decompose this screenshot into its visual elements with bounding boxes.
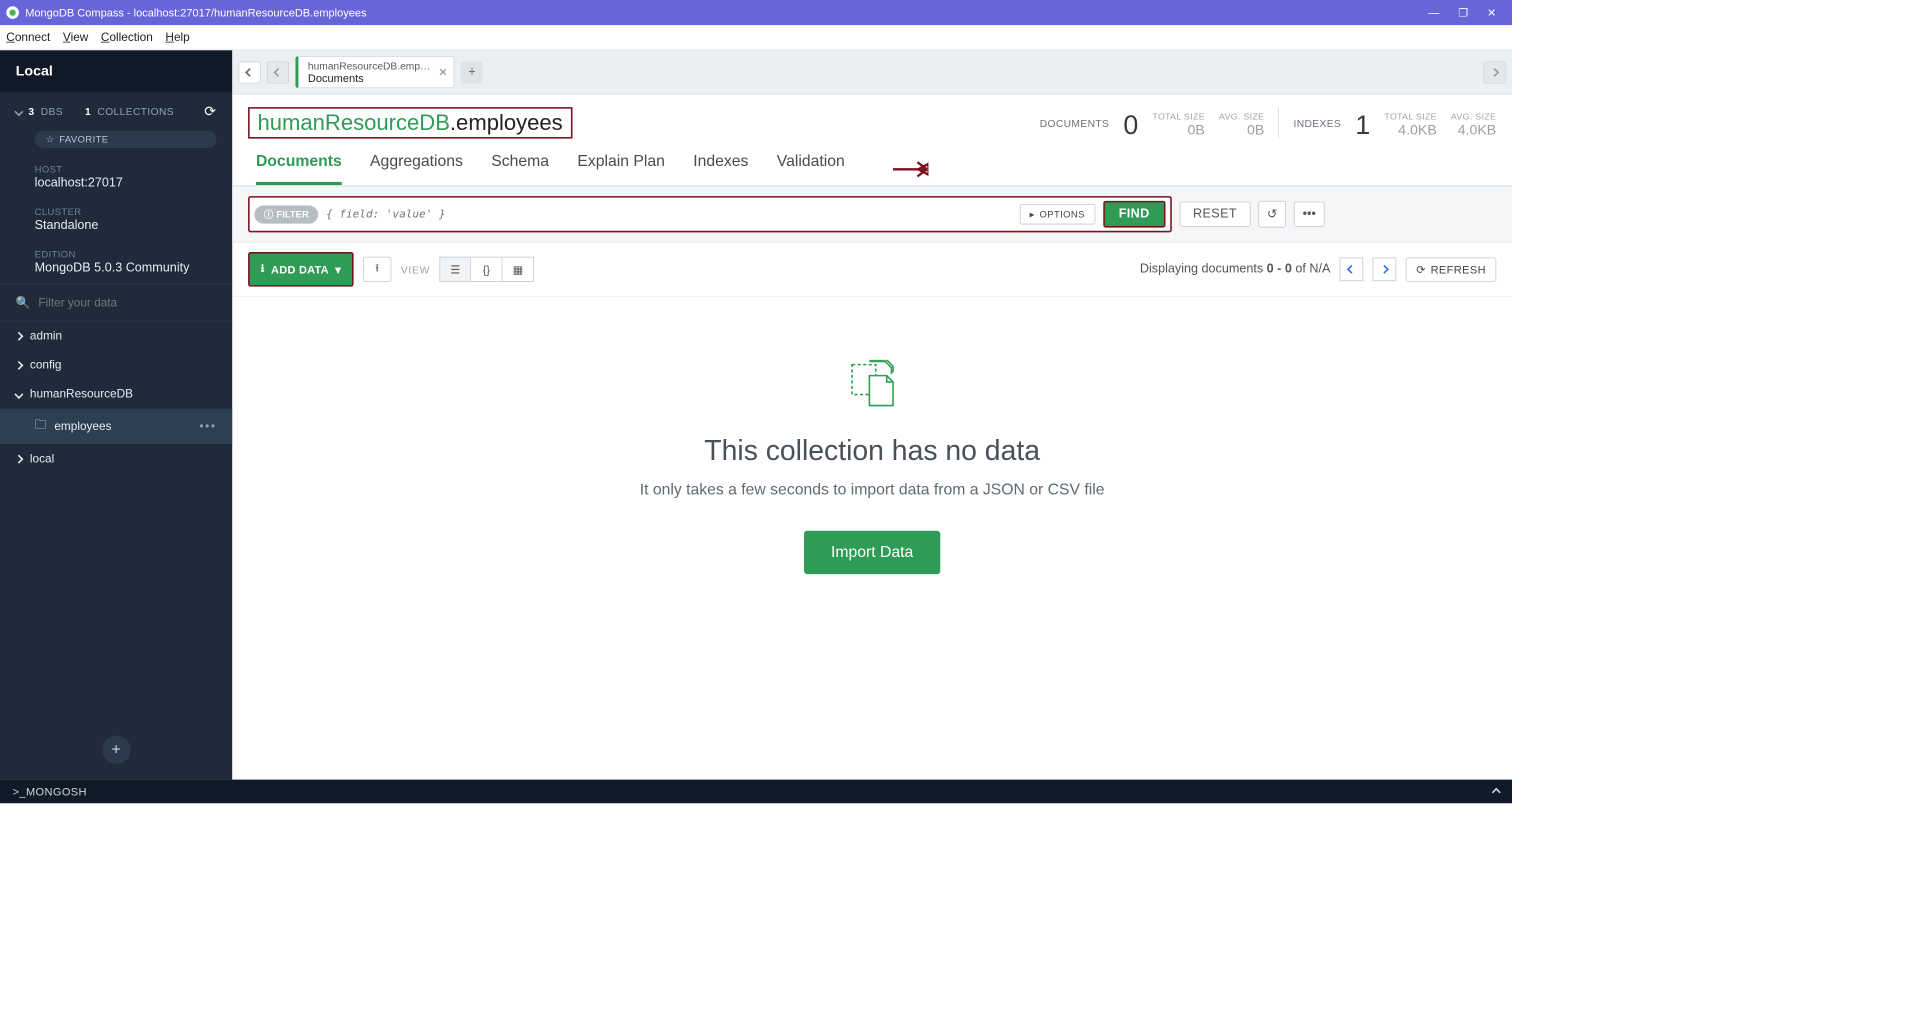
view-json-button[interactable]: {} xyxy=(471,257,503,282)
tab-active[interactable]: humanResourceDB.emp… Documents ✕ xyxy=(295,56,454,88)
tab-close-icon[interactable]: ✕ xyxy=(438,65,447,78)
empty-state: This collection has no data It only take… xyxy=(232,297,1512,780)
menu-view[interactable]: View xyxy=(63,31,88,44)
options-button[interactable]: ▸OPTIONS xyxy=(1019,204,1095,224)
window-titlebar: MongoDB Compass - localhost:27017/humanR… xyxy=(0,0,1512,25)
edition-label: EDITION xyxy=(35,249,198,260)
reset-button[interactable]: RESET xyxy=(1180,202,1251,227)
dbs-label: DBS xyxy=(41,106,63,118)
empty-title: This collection has no data xyxy=(704,434,1040,467)
window-title: MongoDB Compass - localhost:27017/humanR… xyxy=(25,6,1428,19)
star-icon: ☆ xyxy=(46,134,55,145)
view-label: VIEW xyxy=(401,263,430,275)
indexes-count: 1 xyxy=(1355,112,1370,139)
tab-documents[interactable]: Documents xyxy=(256,153,342,185)
caret-right-icon: ▸ xyxy=(1030,209,1035,220)
empty-subtitle: It only takes a few seconds to import da… xyxy=(640,481,1105,499)
menu-help[interactable]: Help xyxy=(165,31,189,44)
export-button[interactable]: ⭱ xyxy=(363,257,391,282)
chevron-right-icon xyxy=(14,361,23,370)
page-next-button[interactable] xyxy=(1373,258,1397,282)
view-table-button[interactable]: ▦ xyxy=(503,257,535,282)
collections-label: COLLECTIONS xyxy=(97,106,174,118)
cluster-value: Standalone xyxy=(35,219,198,233)
refresh-icon[interactable]: ⟳ xyxy=(204,103,216,120)
chevron-up-icon xyxy=(1493,785,1499,798)
maximize-icon[interactable]: ❐ xyxy=(1458,6,1468,19)
documents-label: DOCUMENTS xyxy=(1040,117,1110,129)
more-icon[interactable]: ••• xyxy=(199,420,216,433)
filter-input[interactable] xyxy=(38,296,216,309)
upload-icon: ⭱ xyxy=(375,260,379,279)
sidebar-item-admin[interactable]: admin xyxy=(0,321,232,350)
chevron-right-icon xyxy=(14,331,23,340)
app-menubar: Connect View Collection Help xyxy=(0,25,1512,50)
tab-aggregations[interactable]: Aggregations xyxy=(370,153,463,185)
info-icon: ⓘ xyxy=(264,208,273,221)
filter-bar: ⓘFILTER ▸OPTIONS FIND RESET ↺ ••• xyxy=(232,186,1512,243)
edition-value: MongoDB 5.0.3 Community xyxy=(35,261,198,275)
host-value: localhost:27017 xyxy=(35,176,198,190)
find-button[interactable]: FIND xyxy=(1103,201,1165,228)
refresh-button[interactable]: ⟳REFRESH xyxy=(1406,257,1496,281)
sidebar-item-humanresourcedb[interactable]: humanResourceDB xyxy=(0,380,232,409)
folder-icon: 🗀 xyxy=(35,417,47,437)
documents-count: 0 xyxy=(1123,112,1138,139)
download-icon: ⭳ xyxy=(261,260,265,279)
caret-down-icon: ▾ xyxy=(335,263,341,276)
collection-tabs: Documents Aggregations Schema Explain Pl… xyxy=(232,142,1512,186)
tab-validation[interactable]: Validation xyxy=(777,153,845,185)
favorite-button[interactable]: ☆ FAVORITE xyxy=(35,131,217,148)
tab-schema[interactable]: Schema xyxy=(491,153,549,185)
indexes-label: INDEXES xyxy=(1293,117,1341,129)
view-list-button[interactable]: ☰ xyxy=(440,257,472,282)
dbs-count: 3 xyxy=(28,106,34,118)
cluster-label: CLUSTER xyxy=(35,206,198,217)
documents-count-text: Displaying documents 0 - 0 of N/A xyxy=(1140,262,1330,276)
filter-query-input[interactable] xyxy=(326,208,1011,221)
filter-chip: ⓘFILTER xyxy=(254,205,318,223)
tabstrip: humanResourceDB.emp… Documents ✕ + xyxy=(232,50,1512,94)
documents-icon xyxy=(847,360,897,410)
documents-toolbar: ⭳ ADD DATA ▾ ⭱ VIEW ☰ {} ▦ Displaying do… xyxy=(232,243,1512,297)
tab-next-button[interactable] xyxy=(1484,61,1506,83)
content-area: humanResourceDB.emp… Documents ✕ + human… xyxy=(232,50,1512,779)
chevron-down-icon xyxy=(14,390,23,399)
connection-name: Local xyxy=(0,50,232,92)
annotation-arrow-icon xyxy=(881,157,928,181)
minimize-icon[interactable]: — xyxy=(1428,6,1439,19)
menu-collection[interactable]: Collection xyxy=(101,31,153,44)
add-tab-button[interactable]: + xyxy=(461,61,483,83)
namespace-title: humanResourceDB.employees xyxy=(248,107,572,139)
tab-history-back-button[interactable] xyxy=(239,61,261,83)
refresh-icon: ⟳ xyxy=(1416,263,1426,276)
sidebar-item-local[interactable]: local xyxy=(0,444,232,473)
import-data-button[interactable]: Import Data xyxy=(804,531,940,574)
chevron-down-icon[interactable] xyxy=(14,107,23,116)
tab-prev-button[interactable] xyxy=(267,61,289,83)
page-prev-button[interactable] xyxy=(1340,258,1364,282)
collections-count: 1 xyxy=(85,106,91,118)
close-icon[interactable]: ✕ xyxy=(1487,6,1496,19)
view-mode-group: ☰ {} ▦ xyxy=(440,257,535,282)
chevron-right-icon xyxy=(14,454,23,463)
more-options-icon[interactable]: ••• xyxy=(1294,202,1325,227)
add-data-button[interactable]: ⭳ ADD DATA ▾ xyxy=(248,252,354,287)
app-logo-icon xyxy=(6,6,19,19)
host-label: HOST xyxy=(35,164,198,175)
mongosh-bar[interactable]: >_MONGOSH xyxy=(0,780,1512,804)
sidebar-item-config[interactable]: config xyxy=(0,350,232,379)
sidebar-item-employees[interactable]: 🗀 employees ••• xyxy=(0,409,232,444)
history-icon[interactable]: ↺ xyxy=(1258,201,1286,228)
sidebar: Local 3 DBS 1 COLLECTIONS ⟳ ☆ FAVORITE H… xyxy=(0,50,232,779)
tab-explain-plan[interactable]: Explain Plan xyxy=(577,153,665,185)
tab-indexes[interactable]: Indexes xyxy=(693,153,748,185)
add-database-button[interactable]: + xyxy=(102,736,130,764)
search-icon: 🔍 xyxy=(16,295,31,309)
menu-connect[interactable]: Connect xyxy=(6,31,50,44)
